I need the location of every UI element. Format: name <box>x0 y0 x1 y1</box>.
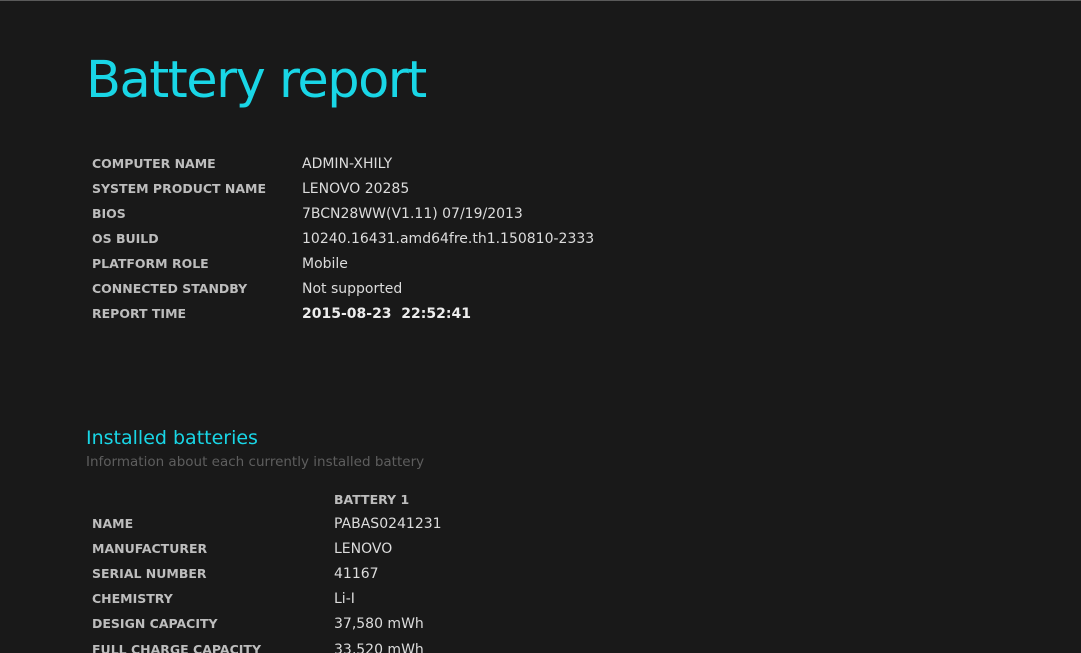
os-build-label: OS BUILD <box>92 231 159 246</box>
page-title: Battery report <box>86 51 427 110</box>
os-build-value: 10240.16431.amd64fre.th1.150810-2333 <box>302 231 595 247</box>
installed-batteries-subtitle: Information about each currently install… <box>86 454 425 470</box>
report-time-label: REPORT TIME <box>92 306 187 321</box>
bios-value: 7BCN28WW(V1.11) 07/19/2013 <box>302 206 523 222</box>
battery-manufacturer-value: LENOVO <box>334 541 393 557</box>
battery-design-capacity-label: DESIGN CAPACITY <box>92 616 218 631</box>
connected-standby-value: Not supported <box>302 281 403 297</box>
connected-standby-label: CONNECTED STANDBY <box>92 281 248 296</box>
battery-serial-number-value: 41167 <box>334 566 379 582</box>
computer-name-value: ADMIN-XHILY <box>302 156 393 172</box>
battery-full-charge-capacity-value: 33,520 mWh <box>334 642 424 653</box>
battery-name-value: PABAS0241231 <box>334 516 442 532</box>
battery-column-header: BATTERY 1 <box>334 492 410 507</box>
bios-label: BIOS <box>92 206 126 221</box>
system-product-name-value: LENOVO 20285 <box>302 181 410 197</box>
report-time-value: 2015-08-23 22:52:41 <box>302 306 471 322</box>
installed-batteries-heading: Installed batteries <box>86 427 258 449</box>
platform-role-label: PLATFORM ROLE <box>92 256 209 271</box>
system-product-name-label: SYSTEM PRODUCT NAME <box>92 181 267 196</box>
battery-design-capacity-value: 37,580 mWh <box>334 616 424 632</box>
computer-name-label: COMPUTER NAME <box>92 156 216 171</box>
platform-role-value: Mobile <box>302 256 348 272</box>
battery-manufacturer-label: MANUFACTURER <box>92 541 208 556</box>
battery-serial-number-label: SERIAL NUMBER <box>92 566 207 581</box>
battery-chemistry-label: CHEMISTRY <box>92 591 173 606</box>
battery-full-charge-capacity-label: FULL CHARGE CAPACITY <box>92 642 261 653</box>
top-border <box>0 0 1081 1</box>
battery-name-label: NAME <box>92 516 134 531</box>
battery-chemistry-value: Li-I <box>334 591 355 607</box>
